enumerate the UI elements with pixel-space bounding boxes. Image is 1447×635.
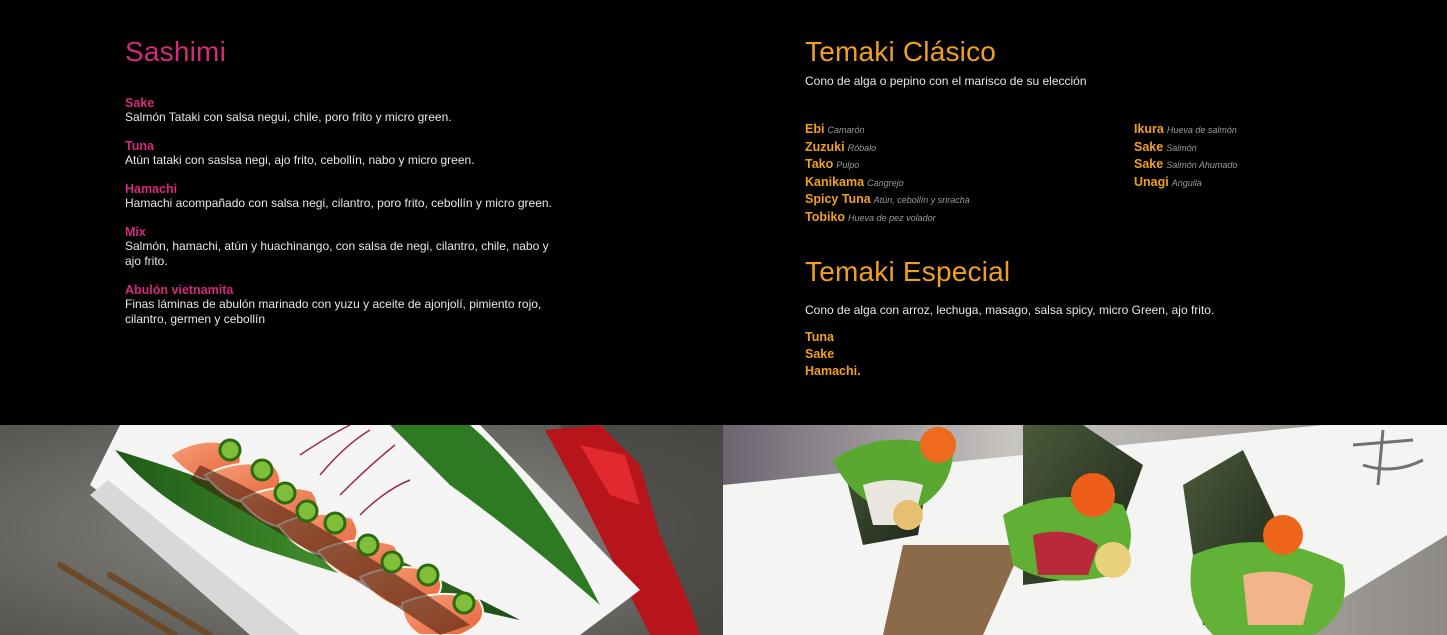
temaki-clasico-item: Ikura Hueva de salmón [1134, 121, 1237, 139]
temaki-item-translation: Salmón Ahumado [1166, 160, 1238, 170]
sashimi-item-name: Sake [125, 96, 155, 110]
sashimi-item-desc: Finas láminas de abulón marinado con yuz… [125, 297, 542, 326]
temaki-item-translation: Róbalo [847, 142, 877, 153]
sashimi-item: Mix Salmón, hamachi, atún y huachinango, … [125, 225, 555, 269]
temaki-especial-item: Hamachi. [805, 364, 861, 378]
sashimi-item-desc: Atún tataki con saslsa negi, ajo frito, … [125, 153, 475, 167]
temaki-item-name: Unagi [1134, 174, 1169, 189]
temaki-item-name: Kanikama [805, 174, 865, 189]
temaki-especial-list: Tuna Sake Hamachi. [805, 329, 1405, 380]
temaki-item-translation: Hueva de pez volador [848, 212, 936, 223]
temaki-clasico-item: Zuzuki Róbalo [805, 139, 970, 157]
temaki-clasico-item: Unagi Anguila [1134, 174, 1237, 192]
temaki-item-translation: Camarón [827, 125, 865, 135]
sashimi-item: Abulón vietnamita Finas láminas de abulón… [125, 283, 555, 327]
temaki-clasico-item: Sake Salmón Ahumado [1134, 156, 1237, 174]
temaki-especial-section: Temaki Especial Cono de alga con arroz, … [805, 258, 1405, 380]
temaki-especial-subtitle: Cono de alga con arroz, lechuga, masago,… [805, 303, 1215, 317]
temaki-item-name: Ebi [805, 122, 825, 136]
temaki-item-name: Zuzuki [805, 139, 845, 154]
sashimi-title: Sashimi [125, 36, 226, 67]
temaki-item-name: Spicy Tuna [805, 192, 871, 206]
sashimi-item: Sake Salmón Tataki con salsa negui, chile… [125, 96, 555, 125]
temaki-clasico-item: Sake Salmón [1134, 139, 1237, 157]
sashimi-item-name: Abulón vietnamita [125, 283, 234, 297]
temaki-clasico-subtitle: Cono de alga o pepino con el marisco de … [805, 74, 1087, 88]
temaki-item-translation: Hueva de salmón [1166, 125, 1237, 135]
temaki-item-translation: Atún, cebollín y sriracha [873, 195, 970, 205]
sashimi-item-name: Tuna [125, 139, 154, 153]
sashimi-item-name: Mix [125, 225, 146, 239]
sashimi-item: Tuna Atún tataki con saslsa negi, ajo fri… [125, 139, 555, 168]
temaki-clasico-item: Spicy Tuna Atún, cebollín y sriracha [805, 191, 970, 209]
temaki-item-name: Sake [1134, 139, 1164, 154]
temaki-photo [723, 425, 1447, 635]
temaki-especial-item: Sake [805, 347, 835, 361]
temaki-item-name: Sake [1134, 157, 1164, 171]
sashimi-item-desc: Salmón Tataki con salsa negui, chile, po… [125, 110, 452, 124]
temaki-clasico-item: Ebi Camarón [805, 121, 970, 139]
sashimi-item: Hamachi Hamachi acompañado con salsa negi… [125, 182, 555, 211]
sashimi-item-desc: Salmón, hamachi, atún y huachinango, con… [125, 239, 549, 268]
temaki-especial-item: Tuna [805, 330, 834, 344]
temaki-clasico-item: Tako Pulpo [805, 156, 970, 174]
temaki-especial-title: Temaki Especial [805, 256, 1011, 287]
temaki-item-translation: Salmón [1166, 142, 1197, 153]
temaki-item-name: Tako [805, 157, 834, 171]
sashimi-item-desc: Hamachi acompañado con salsa negi, cilan… [125, 196, 552, 210]
temaki-clasico-item: Kanikama Cangrejo [805, 174, 970, 192]
temaki-clasico-title: Temaki Clásico [805, 36, 997, 67]
sashimi-item-name: Hamachi [125, 182, 178, 196]
temaki-item-translation: Pulpo [836, 160, 860, 170]
sashimi-section: Sashimi Sake Salmón Tataki con salsa negu… [125, 38, 555, 341]
temaki-clasico-item: Tobiko Hueva de pez volador [805, 209, 970, 227]
temaki-item-translation: Cangrejo [867, 177, 904, 188]
temaki-item-name: Ikura [1134, 122, 1164, 136]
temaki-item-name: Tobiko [805, 209, 846, 224]
temaki-clasico-col1: Ebi Camarón Zuzuki Róbalo Tako Pulpo Kanikama C… [805, 121, 970, 226]
temaki-especial-row: Sake [805, 346, 1405, 363]
temaki-clasico-col2: Ikura Hueva de salmón Sake Salmón Sake Salmón… [1134, 121, 1237, 191]
temaki-item-translation: Anguila [1171, 177, 1202, 188]
sashimi-photo [0, 425, 723, 635]
temaki-especial-row: Hamachi. [805, 363, 1405, 380]
temaki-especial-row: Tuna [805, 329, 1405, 346]
sashimi-list: Sake Salmón Tataki con salsa negui, chile… [125, 96, 555, 327]
temaki-clasico-section: Temaki Clásico Cono de alga o pepino con… [805, 38, 1405, 89]
